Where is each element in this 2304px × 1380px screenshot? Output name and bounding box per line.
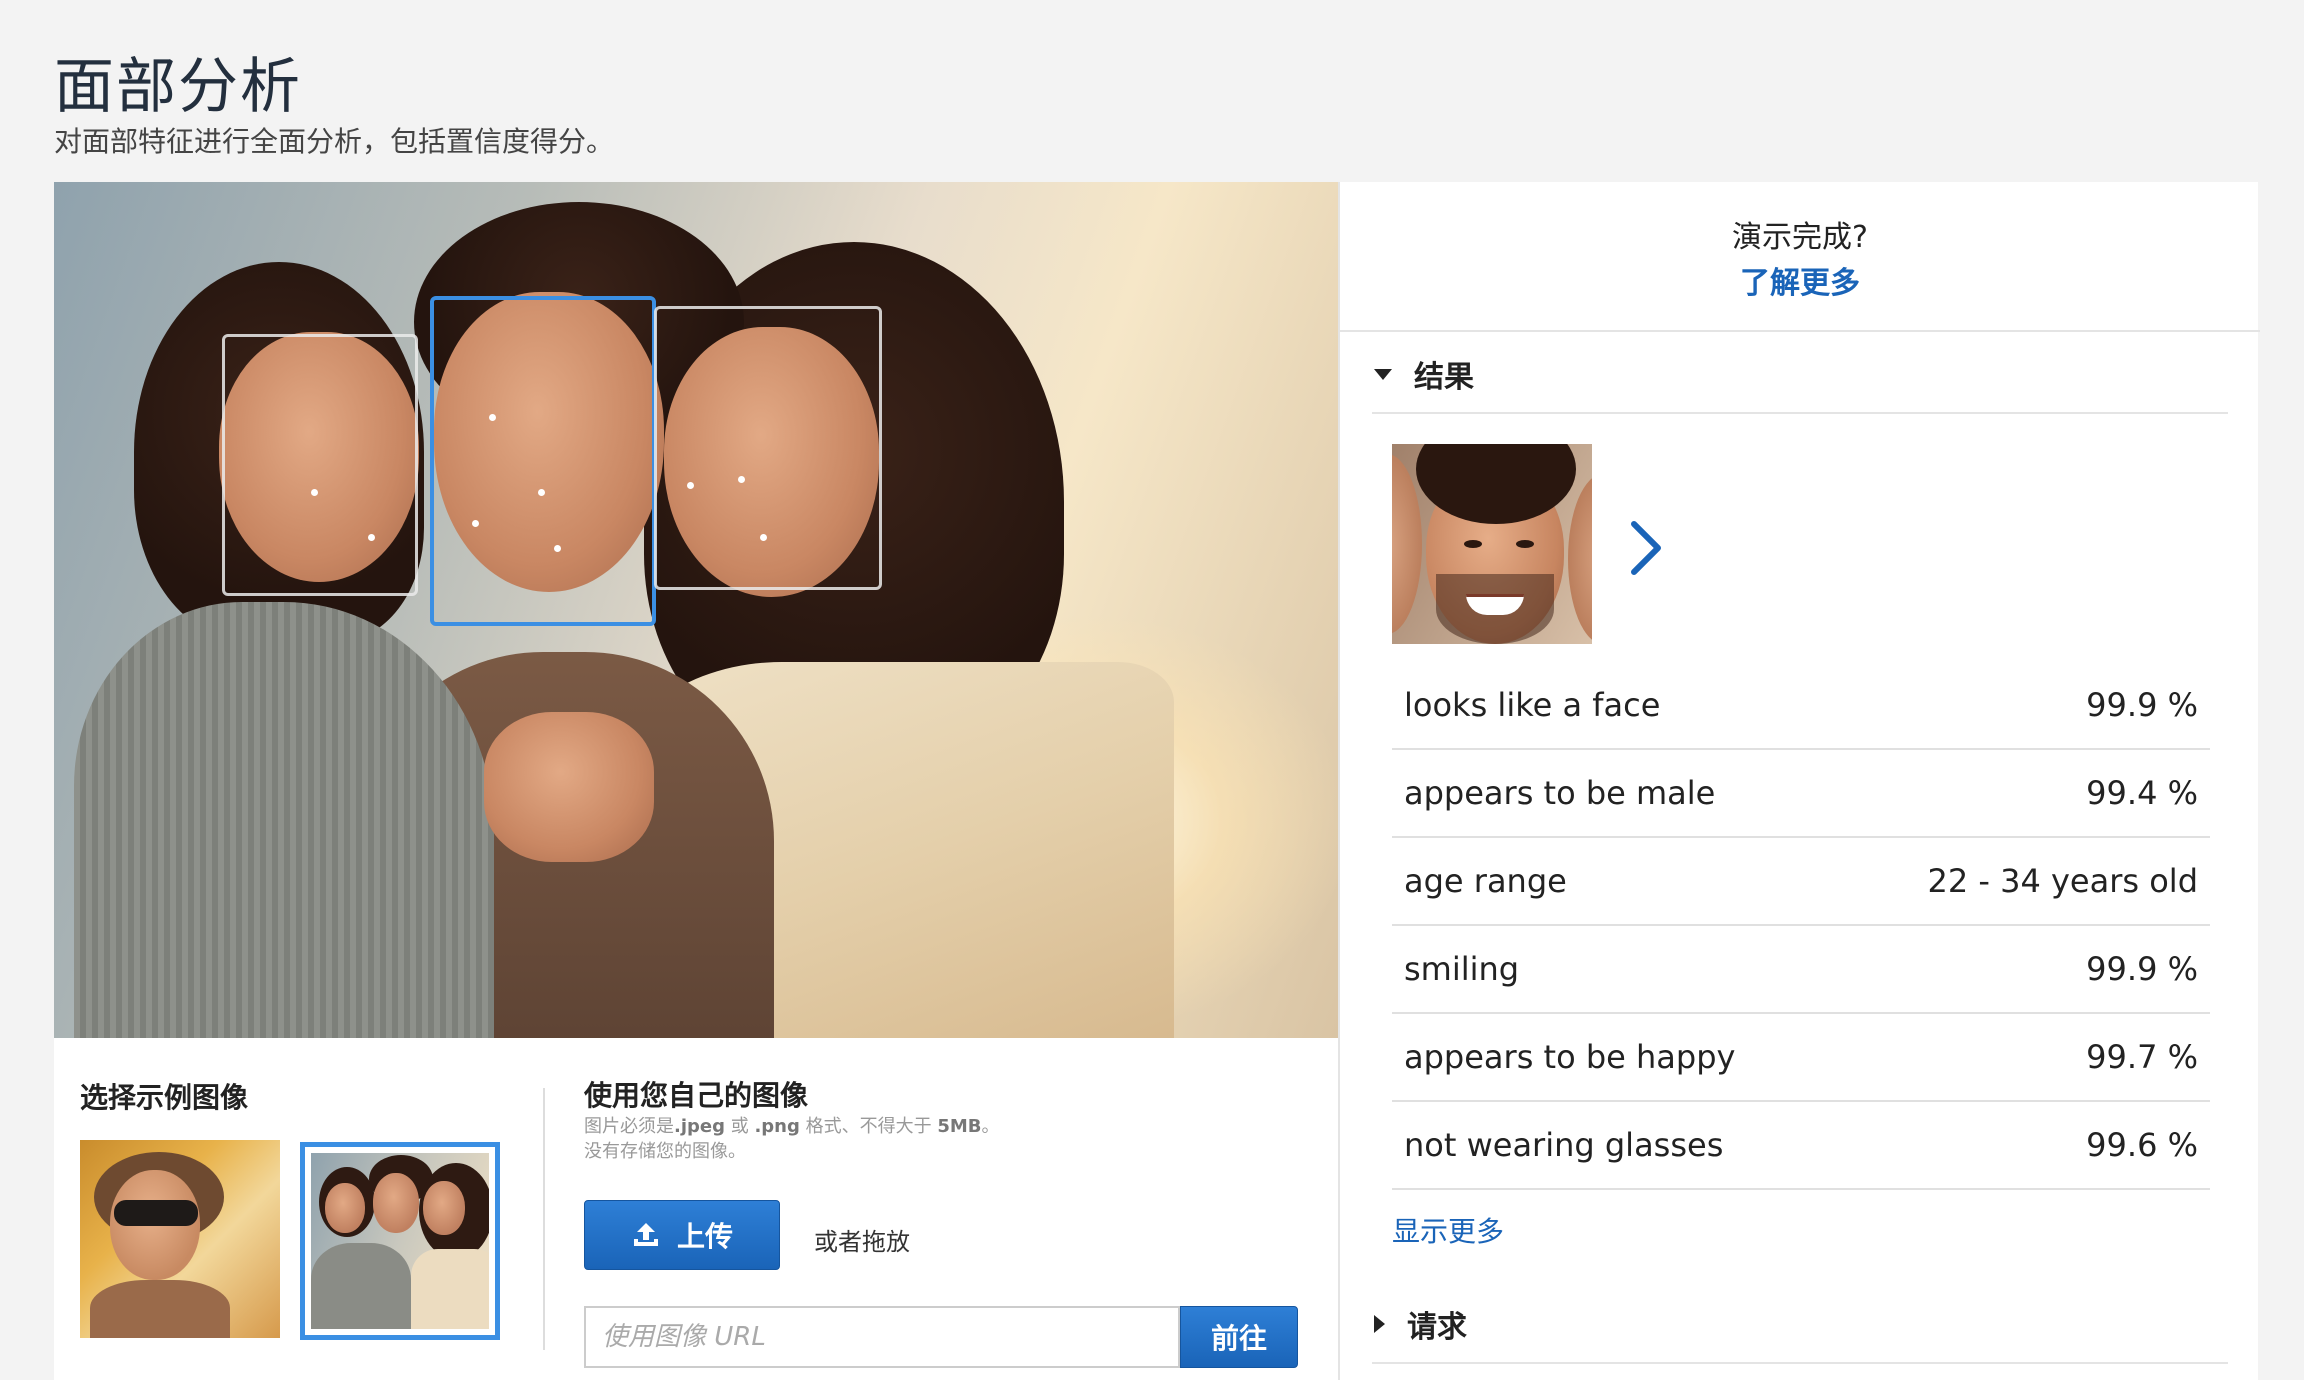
help-jpeg: .jpeg: [674, 1116, 725, 1137]
caret-right-icon: [1374, 1315, 1385, 1333]
help-text: 图片必须是: [584, 1116, 674, 1137]
result-value: 99.9 %: [2086, 686, 2198, 724]
divider: [1372, 412, 2228, 414]
page-title: 面部分析: [54, 52, 302, 122]
sample-thumbnail-2-selected[interactable]: [300, 1142, 500, 1340]
thumb-sunglasses: [114, 1200, 198, 1226]
result-row: looks like a face 99.9 %: [1392, 662, 2210, 750]
help-size: 5MB: [937, 1116, 982, 1137]
eye: [1516, 540, 1534, 548]
result-value: 99.4 %: [2086, 774, 2198, 812]
upload-button[interactable]: 上传: [584, 1200, 780, 1270]
show-more-link[interactable]: 显示更多: [1392, 1210, 1504, 1250]
result-value: 99.9 %: [2086, 950, 2198, 988]
help-png: .png: [754, 1116, 800, 1137]
landmark-dot: [760, 534, 767, 541]
analyzed-image: [54, 182, 1338, 1038]
thumb-family-image: [311, 1153, 489, 1329]
result-row: appears to be happy 99.7 %: [1392, 1014, 2210, 1102]
result-row: smiling 99.9 %: [1392, 926, 2210, 1014]
landmark-dot: [687, 482, 694, 489]
hand: [484, 712, 654, 862]
thumb-blanket: [411, 1249, 489, 1329]
thumb-face: [373, 1173, 419, 1233]
drag-drop-text: 或者拖放: [814, 1228, 910, 1256]
result-value: 99.6 %: [2086, 1126, 2198, 1164]
thumb-body: [90, 1280, 230, 1338]
landmark-dot: [554, 545, 561, 552]
help-text: 格式、不得大于: [799, 1116, 938, 1137]
results-panel: 演示完成? 了解更多 结果 looks like a face 99.9 % a…: [1338, 182, 2260, 1380]
go-button[interactable]: 前往: [1180, 1306, 1298, 1368]
request-section-toggle[interactable]: 请求: [1374, 1302, 1467, 1346]
landmark-dot: [311, 489, 318, 496]
image-url-input[interactable]: [584, 1306, 1180, 1368]
upload-label: 上传: [676, 1221, 733, 1252]
eye: [1464, 540, 1482, 548]
own-image-heading: 使用您自己的图像: [584, 1079, 809, 1112]
request-header-label: 请求: [1407, 1310, 1467, 1345]
results-section-toggle[interactable]: 结果: [1374, 352, 1474, 396]
result-label: not wearing glasses: [1404, 1126, 1724, 1164]
own-image-help-text: 图片必须是.jpeg 或 .png 格式、不得大于 5MB。没有存储您的图像。: [584, 1114, 1004, 1164]
results-table: looks like a face 99.9 % appears to be m…: [1392, 662, 2210, 1190]
result-label: smiling: [1404, 950, 1520, 988]
help-or: 或: [725, 1116, 755, 1137]
result-row: not wearing glasses 99.6 %: [1392, 1102, 2210, 1190]
chevron-right-icon[interactable]: [1626, 518, 1666, 582]
landmark-dot: [368, 534, 375, 541]
result-value: 22 - 34 years old: [1927, 862, 2198, 900]
demo-done-text: 演示完成?: [1732, 220, 1868, 255]
image-picker-panel: 选择示例图像 使用您自己的图像 图片必须是.jpeg 或 .png 格式、不得大…: [54, 1038, 1338, 1380]
face-box-man-selected[interactable]: [430, 296, 656, 626]
divider: [1340, 330, 2260, 332]
results-header-label: 结果: [1414, 360, 1474, 395]
result-row: appears to be male 99.4 %: [1392, 750, 2210, 838]
result-label: looks like a face: [1404, 686, 1661, 724]
result-label: appears to be male: [1404, 774, 1716, 812]
caret-down-icon: [1374, 368, 1392, 380]
girl-sweater: [74, 602, 494, 1038]
landmark-dot: [538, 489, 545, 496]
face-box-woman[interactable]: [654, 306, 882, 590]
landmark-dot: [489, 414, 496, 421]
sample-thumbnail-1[interactable]: [80, 1140, 280, 1338]
divider: [1372, 1362, 2228, 1364]
thumb-face: [423, 1181, 465, 1235]
upload-icon: [631, 1221, 661, 1249]
detected-face-thumbnail: [1392, 444, 1592, 644]
result-label: age range: [1404, 862, 1567, 900]
result-value: 99.7 %: [2086, 1038, 2198, 1076]
thumb-sweater: [311, 1243, 411, 1329]
sample-images-heading: 选择示例图像: [80, 1081, 249, 1114]
result-row: age range 22 - 34 years old: [1392, 838, 2210, 926]
landmark-dot: [472, 520, 479, 527]
thumb-face: [325, 1183, 365, 1233]
learn-more-link[interactable]: 了解更多: [1340, 258, 2260, 302]
face-box-girl[interactable]: [222, 334, 418, 596]
adjacent-face: [1568, 474, 1592, 644]
landmark-dot: [738, 476, 745, 483]
result-label: appears to be happy: [1404, 1038, 1736, 1076]
page-subtitle: 对面部特征进行全面分析，包括置信度得分。: [54, 125, 615, 158]
divider: [543, 1088, 545, 1350]
